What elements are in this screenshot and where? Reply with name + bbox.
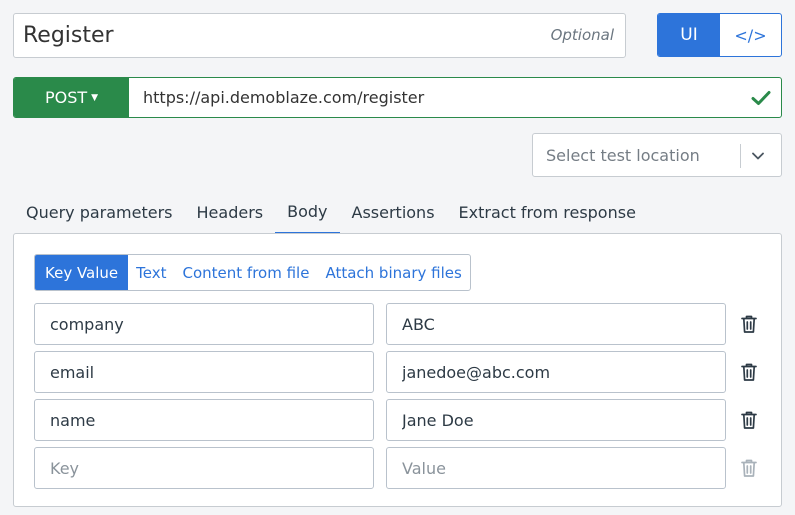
http-method-label: POST (44, 88, 88, 107)
tab-headers[interactable]: Headers (185, 190, 276, 234)
tab-assertions[interactable]: Assertions (340, 190, 447, 234)
chevron-down-icon[interactable] (751, 148, 765, 167)
test-name-optional-hint: Optional (550, 26, 614, 44)
key-value-row (34, 351, 774, 393)
url-input[interactable] (129, 78, 741, 117)
key-value-row-empty (34, 447, 774, 489)
body-panel: Key Value Text Content from file Attach … (13, 233, 782, 507)
value-input[interactable] (386, 399, 726, 441)
check-icon (741, 78, 781, 117)
key-input[interactable] (34, 399, 374, 441)
request-tabs: Query parameters Headers Body Assertions… (14, 190, 648, 234)
test-name-input[interactable] (23, 14, 543, 57)
test-name-field[interactable]: Optional (13, 13, 626, 58)
select-divider (740, 144, 741, 168)
value-input[interactable] (386, 447, 726, 489)
key-input[interactable] (34, 351, 374, 393)
ui-mode-button[interactable]: UI (658, 14, 720, 56)
http-method-dropdown[interactable]: POST ▼ (14, 78, 129, 117)
tab-body[interactable]: Body (275, 190, 340, 234)
trash-icon[interactable] (740, 362, 760, 382)
body-type-content-from-file[interactable]: Content from file (175, 255, 318, 290)
request-url-bar: POST ▼ (13, 77, 782, 118)
body-type-text[interactable]: Text (128, 255, 174, 290)
tab-extract-from-response[interactable]: Extract from response (447, 190, 648, 234)
caret-down-icon: ▼ (91, 93, 99, 103)
trash-icon[interactable] (740, 410, 760, 430)
key-value-row (34, 399, 774, 441)
editor-mode-toggle[interactable]: UI </> (657, 13, 782, 57)
key-input[interactable] (34, 303, 374, 345)
trash-icon[interactable] (740, 314, 760, 334)
body-type-attach-binary-files[interactable]: Attach binary files (317, 255, 469, 290)
test-location-placeholder: Select test location (546, 146, 700, 165)
value-input[interactable] (386, 351, 726, 393)
key-input[interactable] (34, 447, 374, 489)
tab-query-parameters[interactable]: Query parameters (14, 190, 185, 234)
trash-icon (740, 458, 760, 478)
body-type-key-value[interactable]: Key Value (35, 255, 129, 290)
test-location-select[interactable]: Select test location (532, 133, 782, 177)
code-mode-button[interactable]: </> (720, 14, 781, 56)
key-value-row (34, 303, 774, 345)
body-type-selector: Key Value Text Content from file Attach … (34, 254, 471, 291)
value-input[interactable] (386, 303, 726, 345)
